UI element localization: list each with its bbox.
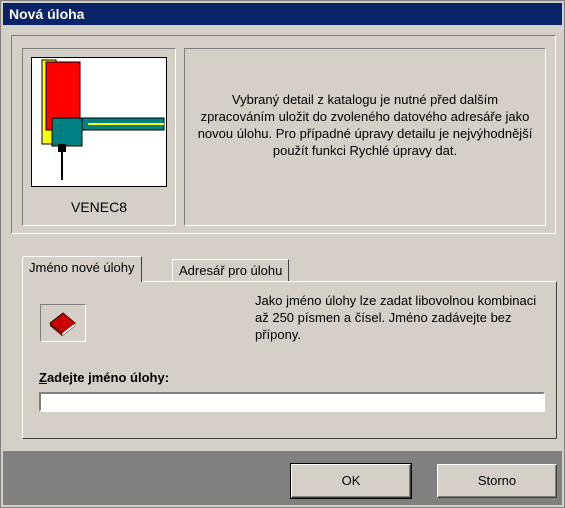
window-title: Nová úloha [9, 6, 85, 22]
detail-panel: VENEC8 Vybraný detail z katalogu je nutn… [11, 35, 556, 234]
cancel-button[interactable]: Storno [437, 464, 557, 498]
book-button[interactable] [40, 304, 86, 342]
description-text: Vybraný detail z katalogu je nutné před … [197, 92, 533, 158]
detail-name: VENEC8 [70, 199, 128, 215]
detail-preview-image [31, 57, 167, 187]
title-bar: Nová úloha [3, 3, 562, 25]
description-box: Vybraný detail z katalogu je nutné před … [184, 48, 546, 226]
dialog-window: Nová úloha VENEC8 Vybraný detail z katal… [0, 0, 565, 508]
tab-task-directory[interactable]: Adresář pro úlohu [172, 259, 290, 281]
task-name-label: Zadejte jméno úlohy: [39, 370, 170, 385]
ok-button[interactable]: OK [290, 463, 412, 499]
hint-text: Jako jméno úlohy lze zadat libovolnou ko… [255, 293, 537, 342]
detail-drawing [41, 59, 165, 180]
tab-panel-task-name: Jako jméno úlohy lze zadat libovolnou ko… [22, 281, 557, 439]
tab-task-name[interactable]: Jméno nové úlohy [22, 256, 142, 282]
book-icon [49, 312, 76, 337]
preview-frame: VENEC8 [22, 48, 176, 226]
task-name-input[interactable] [39, 392, 545, 412]
